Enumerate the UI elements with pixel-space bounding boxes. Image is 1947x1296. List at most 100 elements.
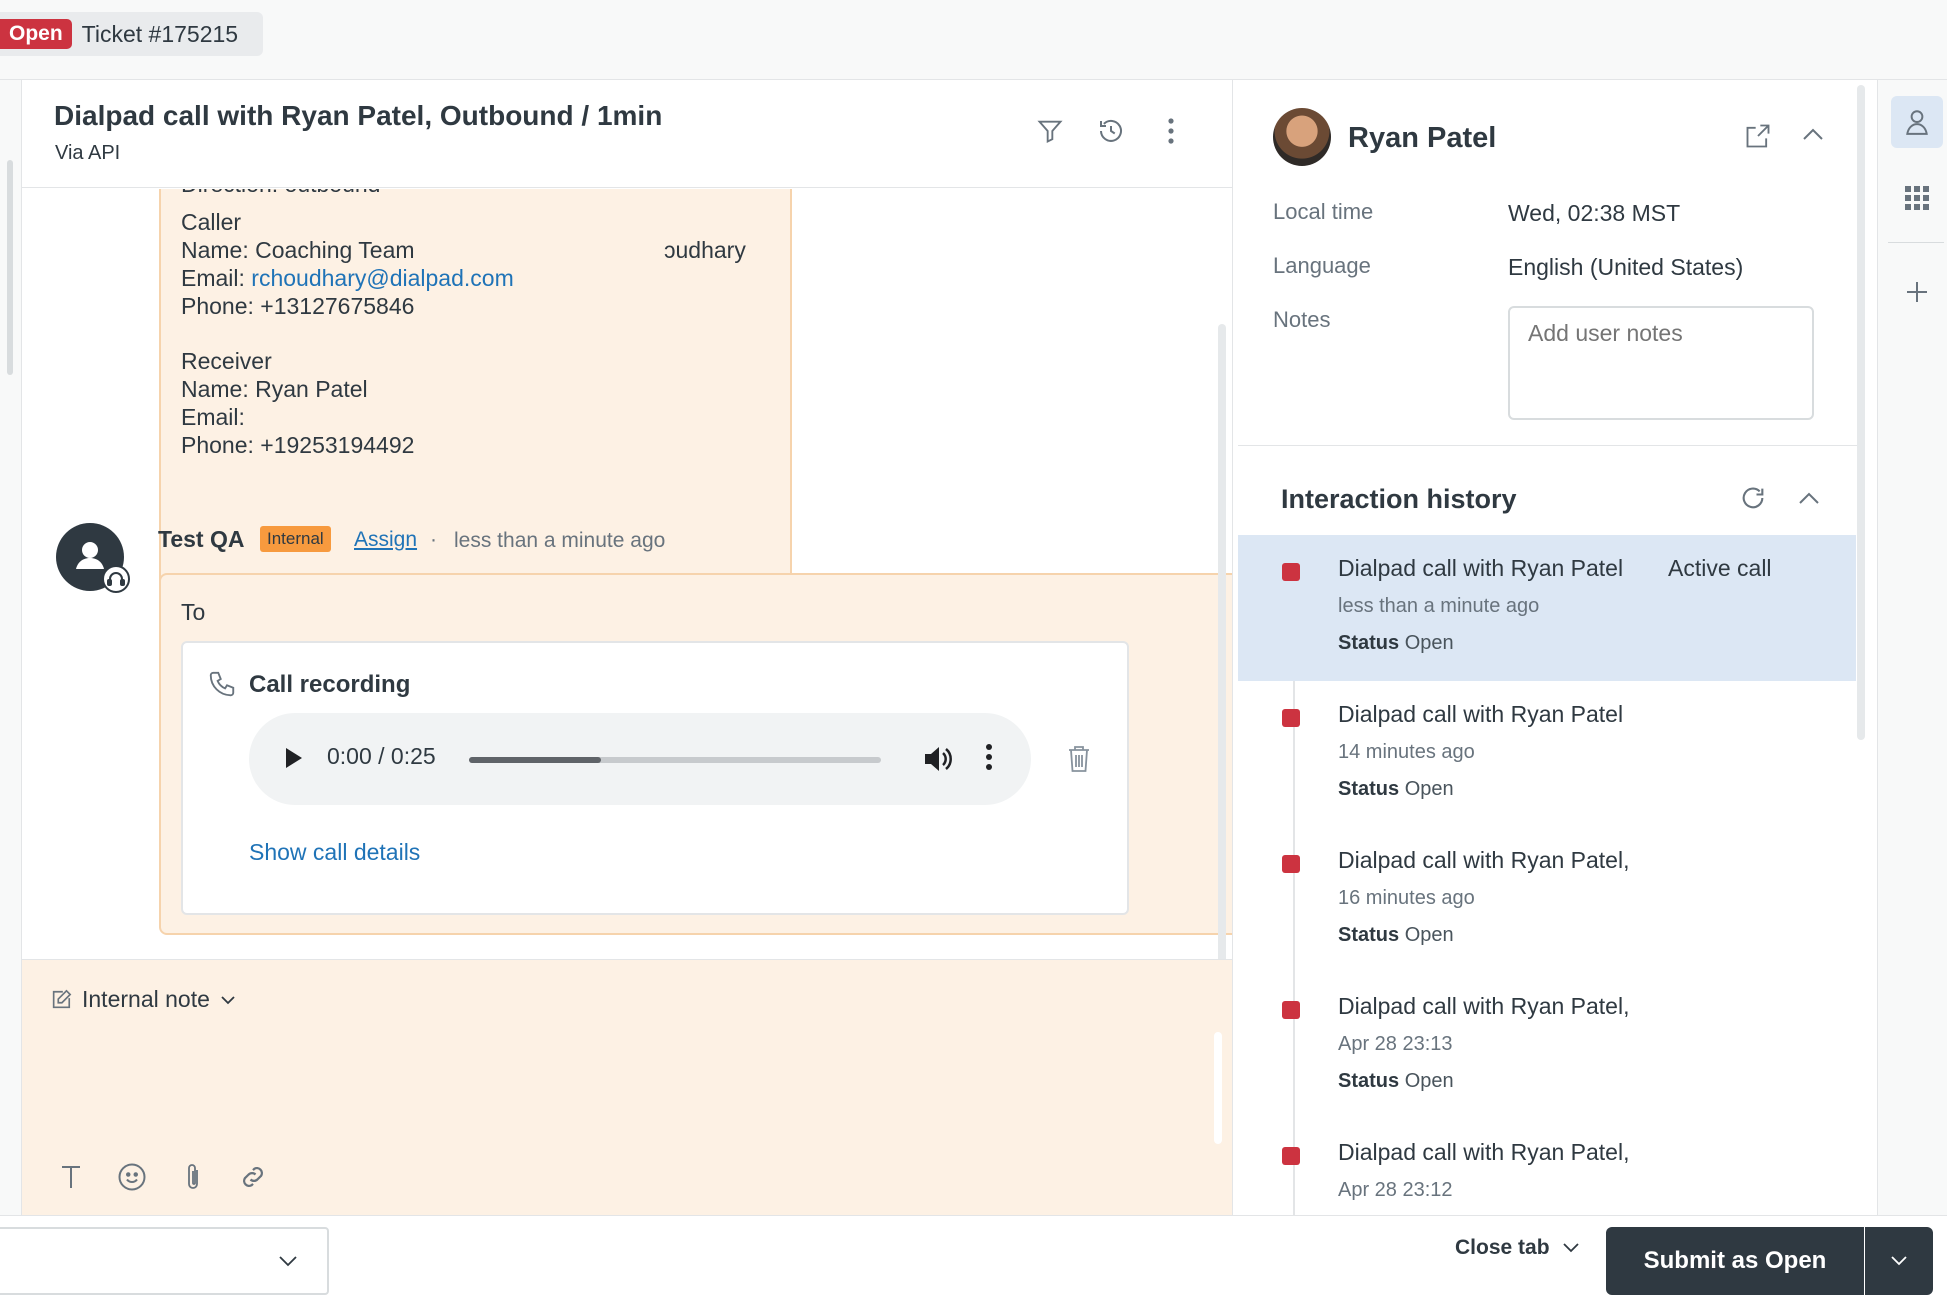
- audio-player: 0:00 / 0:25: [249, 713, 1031, 805]
- caller-name-label: Name:: [181, 237, 249, 263]
- external-link-icon[interactable]: [1744, 122, 1772, 150]
- interaction-title: Dialpad call with Ryan Patel,: [1338, 993, 1630, 1019]
- context-panel-rail: [1877, 80, 1947, 1215]
- conversation-scrollbar[interactable]: [1218, 324, 1226, 959]
- status-badge: Open: [0, 19, 72, 49]
- interaction-title: Dialpad call with Ryan Patel: [1338, 701, 1624, 727]
- interaction-status: Status Open: [1338, 632, 1454, 655]
- status-open-indicator: [1282, 709, 1300, 727]
- text-format-icon[interactable]: [54, 1160, 88, 1194]
- interaction-item[interactable]: Dialpad call with Ryan Patel Active call…: [1238, 535, 1856, 681]
- call-direction: Direction: outbound: [181, 189, 380, 198]
- footer-bar: Close tab Submit as Open: [0, 1215, 1947, 1296]
- history-icon[interactable]: [1094, 114, 1128, 148]
- call-recording-box: Call recording 0:00 / 0:25 Show call det…: [181, 641, 1129, 915]
- interaction-time: Apr 28 23:13: [1338, 1033, 1453, 1055]
- interaction-title: Dialpad call with Ryan Patel,: [1338, 847, 1630, 873]
- chevron-down-icon: [1562, 1242, 1580, 1254]
- assign-link[interactable]: Assign: [354, 528, 417, 552]
- composer-type-label: Internal note: [82, 986, 210, 1012]
- internal-badge: Internal: [260, 526, 331, 552]
- volume-icon[interactable]: [923, 745, 953, 773]
- composer-type-selector[interactable]: Internal note: [50, 986, 236, 1013]
- receiver-phone: Phone: +19253194492: [181, 432, 415, 458]
- conversation-log: Direction: outbound Caller Name: Coachin…: [22, 189, 1232, 959]
- message-author: Test QA: [158, 526, 245, 552]
- caller-phone: Phone: +13127675846: [181, 293, 415, 319]
- chevron-up-icon[interactable]: [1797, 490, 1821, 506]
- tab-bar: Open Ticket #175215: [0, 0, 1947, 80]
- user-name[interactable]: Ryan Patel: [1348, 122, 1496, 155]
- user-icon[interactable]: [1891, 96, 1943, 148]
- status-open-indicator: [1282, 1147, 1300, 1165]
- play-icon[interactable]: [283, 745, 305, 771]
- interaction-time: 16 minutes ago: [1338, 887, 1475, 909]
- filter-icon[interactable]: [1033, 114, 1067, 148]
- interaction-history-title: Interaction history: [1281, 484, 1517, 514]
- status-open-indicator: [1282, 1001, 1300, 1019]
- interaction-time: less than a minute ago: [1338, 595, 1540, 617]
- interaction-status: Status Open: [1338, 1070, 1454, 1093]
- submit-button[interactable]: Submit as Open: [1606, 1227, 1864, 1295]
- refresh-icon[interactable]: [1739, 484, 1767, 512]
- caller-name: Coaching Team: [255, 237, 415, 263]
- plus-icon[interactable]: [1891, 266, 1943, 318]
- conversation-header: Dialpad call with Ryan Patel, Outbound /…: [22, 80, 1232, 188]
- macro-dropdown[interactable]: [0, 1227, 329, 1295]
- recipient-label: To: [181, 599, 206, 625]
- interaction-item[interactable]: Dialpad call with Ryan Patel, Apr 28 23:…: [1238, 1119, 1856, 1215]
- agent-headset-icon: [102, 565, 130, 593]
- submit-options-button[interactable]: [1865, 1227, 1933, 1295]
- user-notes-field[interactable]: [1508, 306, 1814, 420]
- apps-icon[interactable]: [1891, 172, 1943, 224]
- caller-heading: Caller: [181, 209, 242, 235]
- left-scrollbar[interactable]: [7, 160, 13, 375]
- left-strip: [0, 80, 22, 1215]
- ticket-tab-label: Ticket #175215: [81, 20, 239, 47]
- status-open-indicator: [1282, 563, 1300, 581]
- separator-dot: ·: [430, 528, 437, 551]
- local-time-value: Wed, 02:38 MST: [1508, 200, 1681, 226]
- interaction-history-list: Dialpad call with Ryan Patel Active call…: [1238, 535, 1856, 1215]
- local-time-label: Local time: [1273, 199, 1374, 224]
- show-call-details-link[interactable]: Show call details: [249, 839, 420, 866]
- language-value: English (United States): [1508, 254, 1744, 280]
- divider: [1888, 242, 1944, 243]
- composer[interactable]: Internal note: [22, 959, 1232, 1215]
- chevron-down-icon: [220, 995, 236, 1005]
- interaction-status-label: Status: [1338, 632, 1400, 654]
- user-panel-scrollbar[interactable]: [1857, 85, 1865, 740]
- player-options-icon[interactable]: [985, 743, 993, 771]
- interaction-status-label: Status: [1338, 924, 1400, 946]
- user-panel: Ryan Patel Local time Wed, 02:38 MST Lan…: [1232, 80, 1858, 1215]
- close-tab-button[interactable]: Close tab: [1455, 1236, 1580, 1260]
- chevron-up-icon[interactable]: [1801, 126, 1825, 142]
- trash-icon[interactable]: [1067, 745, 1091, 773]
- composer-scrollbar[interactable]: [1214, 1032, 1222, 1144]
- notes-label: Notes: [1273, 307, 1331, 332]
- caller-email-row: Email: rchoudhary@dialpad.com: [181, 265, 514, 292]
- playback-progress-fill: [469, 757, 601, 763]
- interaction-item[interactable]: Dialpad call with Ryan Patel, 16 minutes…: [1238, 827, 1856, 973]
- interaction-status: Status Open: [1338, 778, 1454, 801]
- more-vertical-icon[interactable]: [1154, 114, 1188, 148]
- interaction-status-label: Status: [1338, 778, 1400, 800]
- emoji-icon[interactable]: [115, 1160, 149, 1194]
- receiver-email: Email:: [181, 404, 245, 430]
- link-icon[interactable]: [236, 1160, 270, 1194]
- playback-progress[interactable]: [469, 757, 881, 763]
- interaction-status-label: Status: [1338, 1070, 1400, 1092]
- divider: [1238, 445, 1858, 446]
- caller-email-link[interactable]: rchoudhary@dialpad.com: [251, 265, 513, 291]
- attachment-icon[interactable]: [176, 1160, 210, 1194]
- language-label: Language: [1273, 253, 1371, 278]
- player-time: 0:00 / 0:25: [327, 743, 436, 769]
- interaction-item[interactable]: Dialpad call with Ryan Patel 14 minutes …: [1238, 681, 1856, 827]
- ticket-tab[interactable]: Open Ticket #175215: [0, 12, 263, 56]
- chevron-down-icon: [278, 1249, 298, 1273]
- interaction-item[interactable]: Dialpad call with Ryan Patel, Apr 28 23:…: [1238, 973, 1856, 1119]
- active-call-label: Active call: [1668, 555, 1772, 581]
- caller-name-row: Name: Coaching Team: [181, 237, 415, 264]
- receiver-heading: Receiver: [181, 348, 272, 374]
- interaction-status: Status Open: [1338, 924, 1454, 947]
